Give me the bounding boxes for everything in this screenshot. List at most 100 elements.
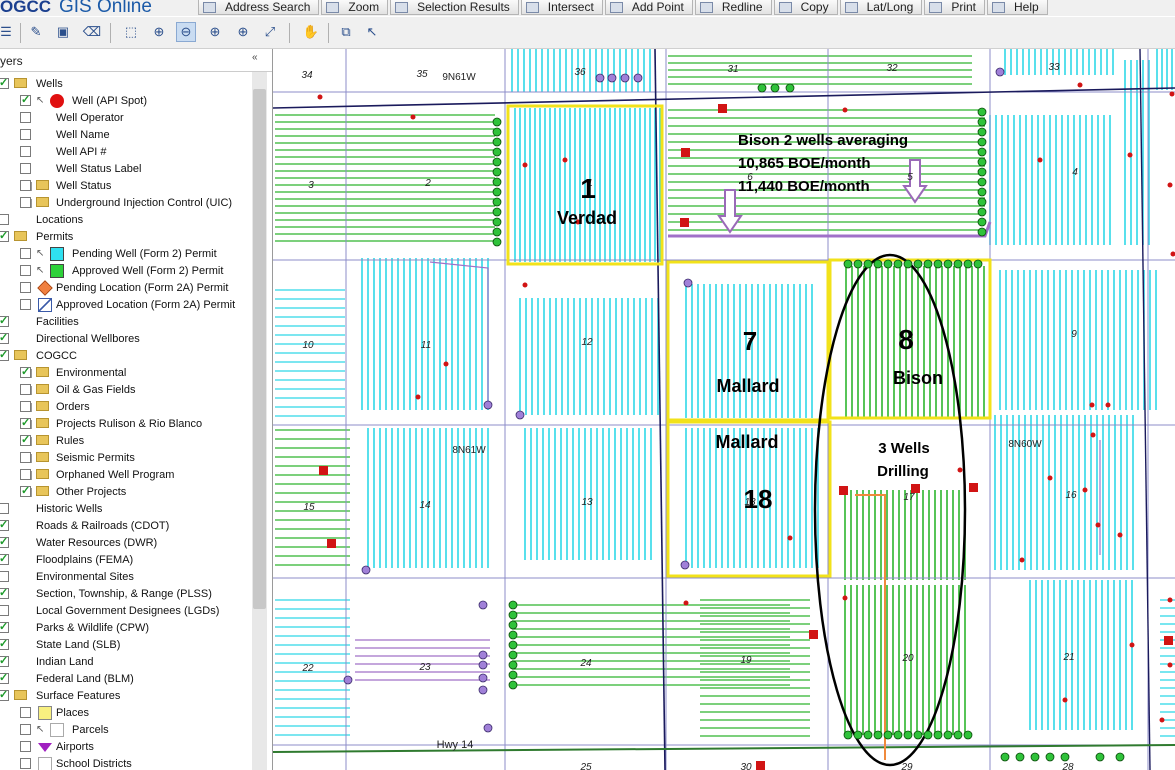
layer-row[interactable]: Places — [0, 705, 250, 722]
layer-row[interactable]: Airports — [0, 739, 250, 756]
measure-icon[interactable]: ✎ — [26, 22, 46, 42]
layer-row[interactable]: Wells — [0, 76, 250, 93]
layer-checkbox[interactable] — [0, 688, 9, 701]
layer-checkbox[interactable] — [20, 365, 31, 378]
layer-checkbox[interactable] — [20, 707, 31, 718]
layer-checkbox[interactable] — [20, 469, 31, 480]
layer-checkbox[interactable] — [0, 586, 9, 599]
layer-row[interactable]: Environmental Sites — [0, 569, 250, 586]
layer-row[interactable]: Section, Township, & Range (PLSS) — [0, 586, 250, 603]
pointer-icon[interactable]: ↖ — [362, 22, 382, 42]
layer-checkbox[interactable] — [20, 146, 31, 157]
layer-row[interactable]: Well Name — [0, 127, 250, 144]
layer-checkbox[interactable] — [0, 503, 9, 514]
layer-row[interactable]: Well Operator — [0, 110, 250, 127]
pan-hand-icon[interactable]: ✋ — [301, 22, 321, 42]
layer-row[interactable]: Pending Location (Form 2A) Permit — [0, 280, 250, 297]
layer-row[interactable]: +Seismic Permits — [0, 450, 250, 467]
layer-row[interactable]: Well Status Label — [0, 161, 250, 178]
layer-row[interactable]: Floodplains (FEMA) — [0, 552, 250, 569]
menu-redline-button[interactable]: Redline — [694, 0, 772, 15]
select-box-icon[interactable]: ▣ — [53, 22, 73, 42]
layer-checkbox[interactable] — [0, 654, 9, 667]
zoom-out-icon[interactable]: ⊖ — [176, 22, 196, 42]
layer-row[interactable]: Surface Features — [0, 688, 250, 705]
layer-checkbox[interactable] — [0, 535, 9, 548]
menu-magnifier-button[interactable]: Zoom — [321, 0, 389, 15]
layer-row[interactable]: Facilities — [0, 314, 250, 331]
layer-row[interactable]: +Oil & Gas Fields — [0, 382, 250, 399]
menu-address-search-button[interactable]: Address Search — [198, 0, 320, 15]
layer-checkbox[interactable] — [20, 384, 31, 395]
zoom-box-icon[interactable]: ⬚ — [121, 22, 141, 42]
layer-checkbox[interactable] — [20, 758, 31, 769]
layer-checkbox[interactable] — [0, 229, 9, 242]
list-icon[interactable]: ☰ — [0, 22, 16, 42]
layer-row[interactable]: ↖ Parcels — [0, 722, 250, 739]
selectable-pointer-icon[interactable]: ↖ — [36, 248, 44, 259]
layer-checkbox[interactable] — [20, 484, 31, 497]
layer-checkbox[interactable] — [0, 620, 9, 633]
layer-row[interactable]: +Well Status — [0, 178, 250, 195]
layer-row[interactable]: ↖ Pending Well (Form 2) Permit — [0, 246, 250, 263]
layer-checkbox[interactable] — [20, 401, 31, 412]
menu-cursor-button[interactable]: Intersect — [520, 0, 603, 15]
map-view[interactable]: 34 35 36 31 32 33 3 2 1 6 5 4 10 11 12 7 8 9 15 14 13 18 17 16 2… — [273, 49, 1175, 770]
selectable-pointer-icon[interactable]: ↖ — [36, 724, 44, 735]
layer-checkbox[interactable] — [0, 518, 9, 531]
layer-row[interactable]: +Rules — [0, 433, 250, 450]
layer-row[interactable]: ↖ Well (API Spot) — [0, 93, 250, 110]
layer-checkbox[interactable] — [0, 214, 9, 225]
layer-checkbox[interactable] — [20, 416, 31, 429]
layer-checkbox[interactable] — [0, 552, 9, 565]
layer-checkbox[interactable] — [0, 605, 9, 616]
layer-row[interactable]: ↖ Approved Well (Form 2) Permit — [0, 263, 250, 280]
full-extent-icon[interactable]: ⤢ — [260, 22, 280, 42]
menu-help-button[interactable]: Help — [987, 0, 1048, 15]
layer-row[interactable]: +Environmental — [0, 365, 250, 382]
layer-checkbox[interactable] — [0, 331, 9, 344]
map-canvas[interactable]: 34 35 36 31 32 333 2 16 5 410 11 12 7 8 915 14 13 18 17 162… — [273, 49, 1175, 770]
layer-row[interactable]: State Land (SLB) — [0, 637, 250, 654]
layer-row[interactable]: Roads & Railroads (CDOT) — [0, 518, 250, 535]
layer-checkbox[interactable] — [20, 724, 31, 735]
layer-checkbox[interactable] — [20, 180, 31, 191]
layer-row[interactable]: Local Government Designees (LGDs) — [0, 603, 250, 620]
layer-checkbox[interactable] — [20, 163, 31, 174]
layer-checkbox[interactable] — [20, 112, 31, 123]
layer-row[interactable]: +Orphaned Well Program — [0, 467, 250, 484]
layer-checkbox[interactable] — [0, 571, 9, 582]
layer-row[interactable]: Historic Wells — [0, 501, 250, 518]
zoom-next-icon[interactable]: ⊕ — [233, 22, 253, 42]
layer-checkbox[interactable] — [20, 282, 31, 293]
menu-add-point-button[interactable]: Add Point — [604, 0, 693, 15]
layer-checkbox[interactable] — [20, 741, 31, 752]
zoom-in-icon[interactable]: ⊕ — [149, 22, 169, 42]
layer-row[interactable]: Approved Location (Form 2A) Permit — [0, 297, 250, 314]
selectable-pointer-icon[interactable]: ↖ — [36, 95, 44, 106]
zoom-previous-icon[interactable]: ⊕ — [205, 22, 225, 42]
layer-row[interactable]: Well API # — [0, 144, 250, 161]
layer-row[interactable]: +Other Projects — [0, 484, 250, 501]
identify-icon[interactable]: ⧉ — [336, 22, 356, 42]
menu-globe-button[interactable]: Lat/Long — [839, 0, 923, 15]
layer-checkbox[interactable] — [20, 197, 31, 208]
layer-checkbox[interactable] — [20, 433, 31, 446]
layer-checkbox[interactable] — [20, 299, 31, 310]
collapse-panel-icon[interactable]: « — [252, 52, 258, 63]
layer-row[interactable]: +Orders — [0, 399, 250, 416]
layer-checkbox[interactable] — [20, 129, 31, 140]
layer-row[interactable]: +Underground Injection Control (UIC) — [0, 195, 250, 212]
layer-row[interactable]: Federal Land (BLM) — [0, 671, 250, 688]
layer-row[interactable]: School Districts — [0, 756, 250, 770]
layer-checkbox[interactable] — [20, 452, 31, 463]
menu-copy-button[interactable]: Copy — [773, 0, 838, 15]
scrollbar-thumb[interactable] — [253, 89, 266, 609]
layer-checkbox[interactable] — [0, 76, 9, 89]
clear-select-icon[interactable]: ⌫ — [82, 22, 102, 42]
layer-row[interactable]: COGCC — [0, 348, 250, 365]
layer-row[interactable]: Water Resources (DWR) — [0, 535, 250, 552]
selectable-pointer-icon[interactable]: ↖ — [36, 265, 44, 276]
layer-checkbox[interactable] — [0, 314, 9, 327]
layer-row[interactable]: Parks & Wildlife (CPW) — [0, 620, 250, 637]
